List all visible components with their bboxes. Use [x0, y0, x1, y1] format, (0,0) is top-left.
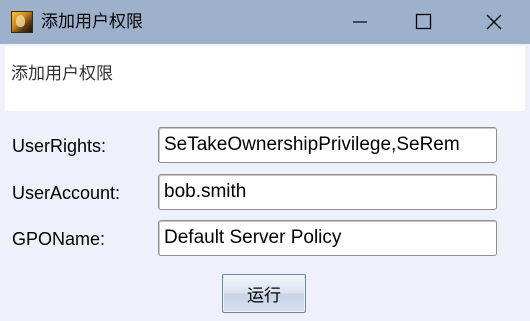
maximize-icon — [415, 13, 432, 30]
description-text: 添加用户权限 — [11, 64, 113, 84]
userrights-input[interactable] — [158, 127, 497, 163]
userrights-label: UserRights: — [12, 136, 107, 156]
close-icon — [486, 14, 502, 30]
gponame-input[interactable] — [158, 220, 497, 256]
useraccount-label: UserAccount: — [12, 183, 121, 203]
maximize-button[interactable] — [390, 0, 460, 44]
gponame-label: GPOName: — [12, 229, 106, 249]
minimize-icon — [353, 21, 367, 23]
minimize-button[interactable] — [320, 0, 390, 44]
close-button[interactable] — [460, 0, 530, 44]
window-title: 添加用户权限 — [41, 12, 143, 32]
description-panel: 添加用户权限 — [5, 46, 525, 111]
useraccount-input[interactable] — [158, 174, 497, 210]
title-bar[interactable]: 添加用户权限 — [0, 0, 530, 44]
run-button[interactable]: 运行 — [222, 274, 306, 313]
app-icon — [11, 11, 33, 33]
dialog-window: 添加用户权限 添加用户权限 UserRights: UserAccount: G… — [0, 0, 530, 321]
